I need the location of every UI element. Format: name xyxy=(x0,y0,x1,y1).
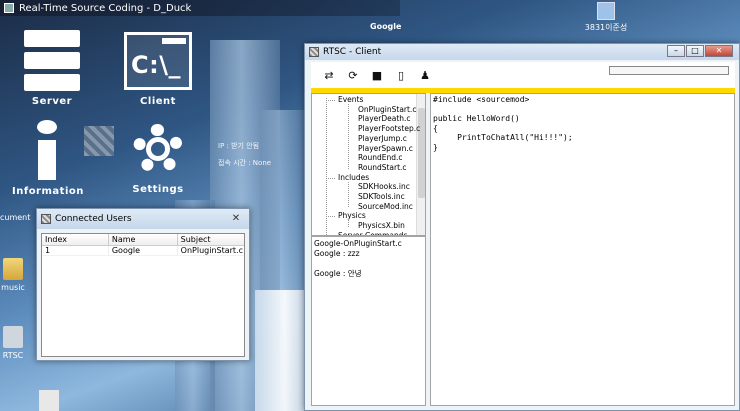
file-icon xyxy=(597,2,615,20)
desktop-icon-label: RTSC xyxy=(2,351,24,360)
app-icon xyxy=(3,326,23,348)
code-line: } xyxy=(433,142,438,152)
tree-item[interactable]: RoundStart.c xyxy=(358,163,407,172)
tree-item[interactable]: RoundEnd.c xyxy=(358,153,403,162)
info-icon xyxy=(37,120,57,180)
file-icon xyxy=(39,390,59,411)
connect-icon[interactable]: ⇄ xyxy=(321,67,337,83)
desktop-icon-user[interactable]: 3831이준성 xyxy=(584,0,628,33)
desktop-icon-label: music xyxy=(1,283,25,292)
desktop-icon-documents[interactable]: cument xyxy=(0,213,31,222)
cell-subject: OnPluginStart.c xyxy=(177,245,244,256)
tree-item[interactable]: PhysicsX.bin xyxy=(358,221,405,230)
clipboard-icon[interactable]: ▯ xyxy=(393,67,409,83)
title-bar[interactable]: Connected Users xyxy=(37,209,249,229)
connected-users-window: Connected Users ✕ Index Name Subject 1 G… xyxy=(36,208,250,361)
information-tile[interactable]: Information xyxy=(12,120,84,197)
tree-group[interactable]: Physics xyxy=(328,211,366,220)
gear-icon xyxy=(129,118,187,178)
app-title: Real-Time Source Coding - D_Duck xyxy=(19,2,192,14)
scrollbar[interactable] xyxy=(416,94,425,235)
table-row[interactable]: 1 Google OnPluginStart.c xyxy=(42,245,244,256)
tree-connector xyxy=(348,181,349,208)
status-field xyxy=(609,66,729,75)
desktop-icon-music[interactable]: music xyxy=(0,258,26,292)
tree-connector xyxy=(348,104,349,169)
log-line: Google : zzz xyxy=(314,249,360,258)
column-header-name[interactable]: Name xyxy=(108,234,178,246)
app-logo-icon xyxy=(309,47,319,57)
cell-name: Google xyxy=(108,245,178,256)
desktop-icon-label: 3831이준성 xyxy=(584,23,628,32)
code-line: #include <sourcemod> xyxy=(433,95,530,104)
server-icon xyxy=(24,30,80,91)
user-icon[interactable]: ♟ xyxy=(417,67,433,83)
ip-status-text: IP : 받기 안됨 xyxy=(218,142,260,150)
tree-item[interactable]: SDKTools.inc xyxy=(358,192,405,201)
window-controls: – □ ✕ xyxy=(667,45,733,57)
cell-index: 1 xyxy=(42,245,109,256)
file-tree[interactable]: Events OnPluginStart.c PlayerDeath.c Player… xyxy=(311,93,426,236)
connect-time-text: 접속 시간 : None xyxy=(218,159,272,167)
client-label: Client xyxy=(140,96,176,107)
server-label: Server xyxy=(31,96,73,107)
log-line: Google-OnPluginStart.c xyxy=(314,239,402,248)
code-line: { xyxy=(433,123,438,133)
desktop-icon-label: cument xyxy=(0,213,31,222)
code-line: public HelloWord() xyxy=(433,114,520,123)
tree-item[interactable]: SourceMod.inc xyxy=(358,202,413,211)
maximize-button[interactable]: □ xyxy=(686,45,704,57)
tree-item[interactable]: PlayerJump.c xyxy=(358,134,407,143)
app-logo-icon xyxy=(4,3,14,13)
users-table-container: Index Name Subject 1 Google OnPluginStar… xyxy=(41,233,245,357)
tree-connector xyxy=(348,220,349,227)
tree-item[interactable]: PlayerSpawn.c xyxy=(358,144,413,153)
app-logo-icon xyxy=(41,214,51,224)
corner-label: Google xyxy=(370,22,402,31)
client-tile[interactable]: C:\_ Client xyxy=(122,32,194,107)
folder-icon xyxy=(3,258,23,280)
window-title: Connected Users xyxy=(55,214,132,224)
window-title: RTSC - Client xyxy=(323,47,382,57)
desktop-icon-blank[interactable] xyxy=(36,390,62,411)
minimize-button[interactable]: – xyxy=(667,45,685,57)
desktop-icon-rtsc[interactable]: RTSC xyxy=(0,326,26,360)
close-icon[interactable]: ✕ xyxy=(227,212,245,225)
tree-item[interactable]: PlayerFootstep.c xyxy=(358,124,420,133)
tree-item[interactable]: PlayerDeath.c xyxy=(358,114,411,123)
tree-group[interactable]: Includes xyxy=(327,173,369,182)
rtsc-client-window: RTSC - Client – □ ✕ ⇄ ⟳ ■ ▯ ♟ Events OnPl… xyxy=(304,43,740,411)
settings-tile[interactable]: Settings xyxy=(126,118,190,195)
users-table: Index Name Subject 1 Google OnPluginStar… xyxy=(42,234,244,256)
close-button[interactable]: ✕ xyxy=(705,45,733,57)
code-editor[interactable]: #include <sourcemod> public HelloWord() … xyxy=(430,93,735,406)
toolbar: ⇄ ⟳ ■ ▯ ♟ xyxy=(311,62,735,88)
information-label: Information xyxy=(12,186,84,197)
log-line: Google : 안녕 xyxy=(314,269,362,278)
column-header-subject[interactable]: Subject xyxy=(177,234,244,246)
tree-connector xyxy=(326,98,327,235)
code-line: PrintToChatAll("Hi!!!"); xyxy=(433,133,573,142)
chat-log: Google-OnPluginStart.c Google : zzz Goog… xyxy=(311,236,426,406)
pattern-icon xyxy=(84,126,114,156)
column-header-index[interactable]: Index xyxy=(42,234,109,246)
scrollbar-thumb[interactable] xyxy=(418,108,425,198)
app-title-bar: Real-Time Source Coding - D_Duck xyxy=(0,0,400,16)
tree-group[interactable]: Events xyxy=(327,95,363,104)
tree-item[interactable]: OnPluginStart.c xyxy=(358,105,416,114)
refresh-icon[interactable]: ⟳ xyxy=(345,67,361,83)
server-tile[interactable]: Server xyxy=(22,30,82,107)
settings-label: Settings xyxy=(132,184,184,195)
tree-item[interactable]: SDKHooks.inc xyxy=(358,182,410,191)
terminal-icon: C:\_ xyxy=(124,32,192,90)
save-icon[interactable]: ■ xyxy=(369,67,385,83)
